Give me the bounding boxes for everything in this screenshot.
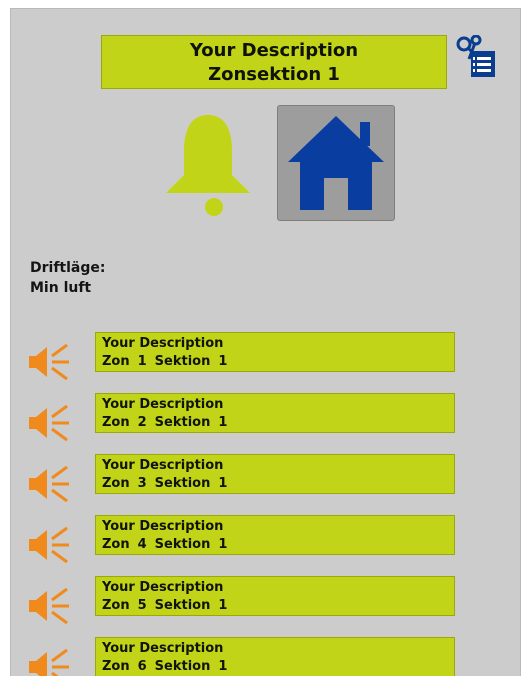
zone-description: Your Description <box>102 519 224 534</box>
section-label: Sektion <box>154 476 211 491</box>
section-number: 1 <box>218 537 228 552</box>
list-item: Your Description Zon 4 Sektion 1 <box>11 515 520 576</box>
zone-button[interactable]: Your Description Zon 4 Sektion 1 <box>95 515 455 555</box>
zone-label: Zon <box>102 354 130 369</box>
zone-section: Zon 6 Sektion 1 <box>102 658 454 676</box>
zone-label: Zon <box>102 598 130 613</box>
speaker-icon[interactable] <box>27 464 71 504</box>
zone-label: Zon <box>102 537 130 552</box>
alarm-bell-icon[interactable] <box>156 109 260 221</box>
speaker-icon[interactable] <box>27 403 71 443</box>
section-label: Sektion <box>154 537 211 552</box>
speaker-icon[interactable] <box>27 647 71 676</box>
page-title: Your Description Zonsektion 1 <box>101 35 447 89</box>
mode-value: Min luft <box>30 280 92 296</box>
settings-edit-icon[interactable] <box>455 34 501 81</box>
zone-number: 4 <box>137 537 147 552</box>
zone-section: Zon 1 Sektion 1 <box>102 353 454 371</box>
section-label: Sektion <box>154 659 211 674</box>
speaker-icon[interactable] <box>27 342 71 382</box>
operating-mode: Driftläge: Min luft <box>30 258 105 298</box>
zone-description: Your Description <box>102 397 224 412</box>
section-number: 1 <box>218 354 228 369</box>
zone-label: Zon <box>102 415 130 430</box>
zone-list: Your Description Zon 1 Sektion 1 Your Descr… <box>11 332 520 676</box>
section-number: 1 <box>218 476 228 491</box>
title-line-1: Your Description <box>189 40 359 61</box>
home-icon <box>288 116 384 210</box>
zone-button[interactable]: Your Description Zon 5 Sektion 1 <box>95 576 455 616</box>
zone-section: Zon 4 Sektion 1 <box>102 536 454 554</box>
section-number: 1 <box>218 415 228 430</box>
zone-section: Zon 3 Sektion 1 <box>102 475 454 493</box>
list-item: Your Description Zon 2 Sektion 1 <box>11 393 520 454</box>
zone-number: 1 <box>137 354 147 369</box>
zone-description: Your Description <box>102 580 224 595</box>
speaker-icon[interactable] <box>27 586 71 626</box>
zone-button[interactable]: Your Description Zon 6 Sektion 1 <box>95 637 455 676</box>
zone-label: Zon <box>102 476 130 491</box>
zone-number: 5 <box>137 598 147 613</box>
list-item: Your Description Zon 6 Sektion 1 <box>11 637 520 676</box>
section-label: Sektion <box>154 415 211 430</box>
zone-number: 2 <box>137 415 147 430</box>
mode-label: Driftläge: <box>30 260 106 276</box>
list-item: Your Description Zon 3 Sektion 1 <box>11 454 520 515</box>
list-item: Your Description Zon 1 Sektion 1 <box>11 332 520 393</box>
zone-section: Zon 2 Sektion 1 <box>102 414 454 432</box>
zone-number: 3 <box>137 476 147 491</box>
zone-button[interactable]: Your Description Zon 2 Sektion 1 <box>95 393 455 433</box>
zone-section: Zon 5 Sektion 1 <box>102 597 454 615</box>
zone-number: 6 <box>137 659 147 674</box>
zone-description: Your Description <box>102 641 224 656</box>
section-label: Sektion <box>154 598 211 613</box>
title-line-2: Zonsektion 1 <box>208 64 340 85</box>
speaker-icon[interactable] <box>27 525 71 565</box>
zone-panel: Your Description Zonsektion 1 Driftläge:… <box>10 8 521 676</box>
zone-button[interactable]: Your Description Zon 1 Sektion 1 <box>95 332 455 372</box>
zone-description: Your Description <box>102 458 224 473</box>
zone-description: Your Description <box>102 336 224 351</box>
section-number: 1 <box>218 598 228 613</box>
section-number: 1 <box>218 659 228 674</box>
zone-button[interactable]: Your Description Zon 3 Sektion 1 <box>95 454 455 494</box>
home-button[interactable] <box>277 105 395 221</box>
section-label: Sektion <box>154 354 211 369</box>
zone-label: Zon <box>102 659 130 674</box>
list-item: Your Description Zon 5 Sektion 1 <box>11 576 520 637</box>
